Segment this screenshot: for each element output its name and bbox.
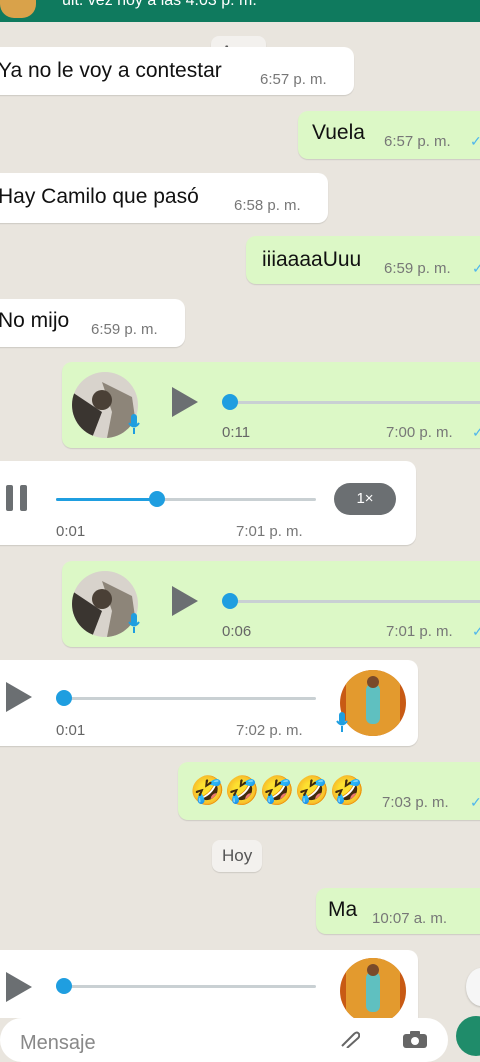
mic-icon[interactable]: [456, 1016, 480, 1056]
read-check-icon: ✓: [472, 260, 480, 276]
message-text: Ma: [328, 898, 358, 921]
message-outgoing[interactable]: 🤣🤣🤣🤣🤣 7:03 p. m. ✓: [178, 762, 480, 820]
audio-duration: 0:06: [222, 623, 252, 640]
playback-speed-button[interactable]: 1×: [334, 483, 396, 515]
message-time: 6:57 p. m.: [260, 71, 327, 88]
play-icon[interactable]: [172, 586, 198, 616]
message-text: Hay Camilo que pasó: [0, 185, 199, 208]
message-incoming[interactable]: Ya no le voy a contestar 6:57 p. m.: [0, 47, 354, 95]
last-seen-status: últ. vez hoy a las 4:03 p. m.: [62, 0, 257, 9]
message-time: 7:01 p. m.: [386, 623, 453, 640]
voice-message-outgoing[interactable]: 0:11 7:00 p. m. ✓: [62, 362, 480, 448]
voice-message-incoming[interactable]: 1× 0:01 7:01 p. m.: [0, 461, 416, 545]
play-icon[interactable]: [6, 972, 32, 1002]
read-check-icon: ✓: [472, 424, 480, 440]
voice-message-incoming[interactable]: 0:01 7:02 p. m.: [0, 660, 418, 746]
message-outgoing[interactable]: Vuela 6:57 p. m. ✓: [298, 111, 480, 159]
read-check-icon: ✓: [472, 623, 480, 639]
emoji-text: 🤣🤣🤣🤣🤣: [190, 775, 365, 806]
paperclip-icon[interactable]: [338, 1030, 361, 1049]
voice-message-outgoing[interactable]: 0:06 7:01 p. m. ✓: [62, 561, 480, 647]
message-time: 6:59 p. m.: [91, 321, 158, 338]
mic-icon: [128, 414, 140, 434]
message-text: Vuela: [312, 121, 365, 144]
message-text: No mijo: [0, 309, 70, 332]
message-time: 6:59 p. m.: [384, 260, 451, 277]
camera-icon[interactable]: [402, 1030, 428, 1048]
read-check-icon: ✓: [470, 794, 480, 810]
pause-icon[interactable]: [6, 485, 34, 513]
scroll-down-button[interactable]: [466, 968, 480, 1006]
message-text: Ya no le voy a contestar: [0, 59, 222, 82]
play-icon[interactable]: [6, 682, 32, 712]
audio-scrubber[interactable]: [222, 394, 238, 410]
audio-duration: 0:01: [56, 722, 86, 739]
sender-avatar: [340, 958, 406, 1018]
audio-progress-track[interactable]: [56, 985, 316, 988]
audio-progress-fill: [56, 498, 154, 501]
message-outgoing[interactable]: iiiaaaaUuu 6:59 p. m. ✓: [246, 236, 480, 284]
contact-avatar[interactable]: [0, 0, 36, 18]
audio-progress-track[interactable]: [230, 401, 480, 404]
mic-icon: [336, 712, 348, 732]
audio-progress-track[interactable]: [230, 600, 480, 603]
message-time: 6:58 p. m.: [234, 197, 301, 214]
message-outgoing[interactable]: Ma 10:07 a. m.: [316, 888, 480, 934]
audio-duration: 0:01: [56, 523, 86, 540]
chat-area[interactable]: Ayer Ya no le voy a contestar 6:57 p. m.…: [0, 22, 480, 1018]
audio-scrubber[interactable]: [149, 491, 165, 507]
audio-scrubber[interactable]: [56, 690, 72, 706]
date-separator-hoy: Hoy: [212, 840, 263, 872]
message-time: 7:00 p. m.: [386, 424, 453, 441]
read-check-icon: ✓: [470, 133, 480, 149]
sender-avatar: [340, 670, 406, 736]
chat-header: últ. vez hoy a las 4:03 p. m.: [0, 0, 480, 22]
message-text: iiiaaaaUuu: [262, 248, 362, 271]
voice-message-incoming[interactable]: [0, 950, 418, 1018]
message-incoming[interactable]: Hay Camilo que pasó 6:58 p. m.: [0, 173, 328, 223]
audio-duration: 0:11: [222, 424, 251, 441]
audio-scrubber[interactable]: [56, 978, 72, 994]
message-input-placeholder: Mensaje: [20, 1032, 96, 1054]
date-label: Hoy: [222, 846, 253, 865]
message-incoming[interactable]: No mijo 6:59 p. m.: [0, 299, 185, 347]
message-time: 7:02 p. m.: [236, 722, 303, 739]
message-time: 6:57 p. m.: [384, 133, 451, 150]
message-time: 10:07 a. m.: [372, 910, 448, 927]
audio-progress-track[interactable]: [56, 697, 316, 700]
audio-scrubber[interactable]: [222, 593, 238, 609]
message-time: 7:01 p. m.: [236, 523, 303, 540]
message-time: 7:03 p. m.: [382, 794, 449, 811]
play-icon[interactable]: [172, 387, 198, 417]
mic-icon: [128, 613, 140, 633]
